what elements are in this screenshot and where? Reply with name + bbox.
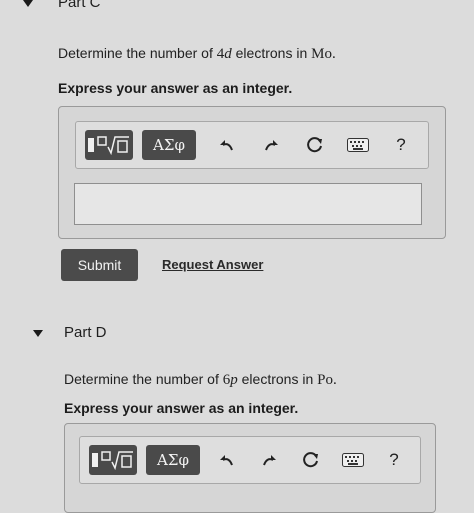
math-toolbar: ΑΣφ ?	[75, 121, 429, 169]
templates-button[interactable]	[89, 445, 137, 475]
question-prefix: Determine the number of	[58, 45, 213, 61]
help-button[interactable]: ?	[385, 448, 403, 472]
help-icon: ?	[389, 450, 399, 469]
collapse-triangle-icon[interactable]	[23, 0, 33, 7]
greek-label: ΑΣφ	[153, 136, 185, 154]
redo-icon[interactable]	[260, 134, 282, 156]
part-c-answer-panel: ΑΣφ ?	[58, 106, 446, 239]
help-button[interactable]: ?	[392, 133, 410, 157]
element-symbol: Po.	[317, 372, 337, 388]
help-icon: ?	[396, 135, 406, 154]
request-answer-link[interactable]: Request Answer	[162, 257, 263, 272]
keyboard-icon[interactable]	[346, 136, 370, 154]
redo-icon[interactable]	[258, 449, 280, 471]
part-d-instruction: Express your answer as an integer.	[64, 400, 299, 416]
question-mid: electrons in	[241, 371, 314, 387]
part-d-title[interactable]: Part D	[64, 324, 107, 341]
templates-icon	[91, 450, 135, 470]
reset-icon[interactable]	[303, 133, 327, 157]
templates-icon	[87, 135, 131, 155]
reset-icon[interactable]	[299, 448, 323, 472]
collapse-triangle-icon[interactable]	[33, 330, 43, 337]
question-mid: electrons in	[235, 45, 308, 61]
part-d-answer-panel: ΑΣφ ?	[64, 423, 436, 513]
math-toolbar: ΑΣφ ?	[79, 436, 421, 484]
undo-icon[interactable]	[216, 134, 238, 156]
orbital-label: 4d	[216, 46, 232, 62]
element-symbol: Mo.	[311, 46, 336, 62]
greek-symbols-button[interactable]: ΑΣφ	[142, 130, 196, 160]
part-c-answer-input[interactable]	[74, 183, 422, 225]
part-d-question: Determine the number of 6p electrons in …	[64, 371, 337, 389]
orbital-label: 6p	[222, 372, 238, 388]
part-c-question: Determine the number of 4d electrons in …	[58, 45, 336, 63]
greek-symbols-button[interactable]: ΑΣφ	[146, 445, 200, 475]
keyboard-icon[interactable]	[341, 451, 365, 469]
part-c-instruction: Express your answer as an integer.	[58, 80, 293, 96]
templates-button[interactable]	[85, 130, 133, 160]
greek-label: ΑΣφ	[157, 451, 189, 469]
submit-button[interactable]: Submit	[61, 249, 138, 281]
question-prefix: Determine the number of	[64, 371, 219, 387]
undo-icon[interactable]	[216, 449, 238, 471]
part-c-title[interactable]: Part C	[58, 0, 101, 11]
